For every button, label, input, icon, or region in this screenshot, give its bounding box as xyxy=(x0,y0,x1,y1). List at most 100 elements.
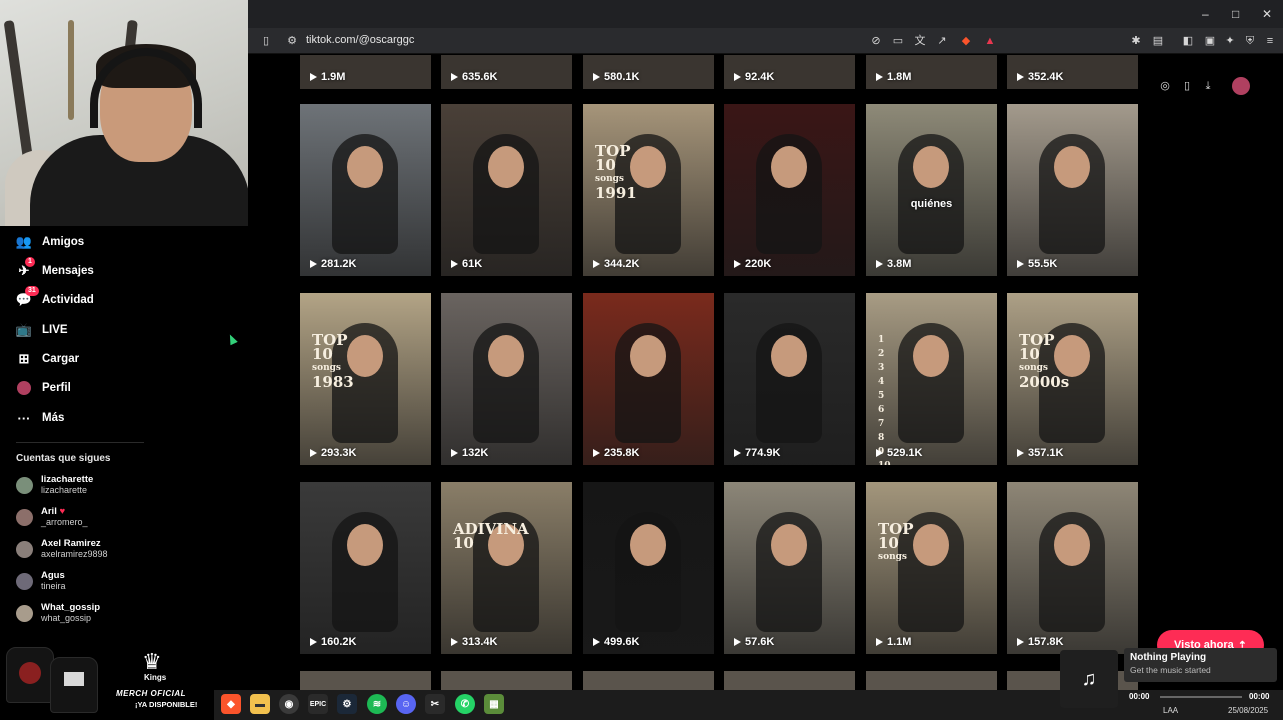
bookmark-icon[interactable]: ▯ xyxy=(258,33,274,49)
epic-games-icon[interactable]: EPIC xyxy=(308,694,328,714)
video-card[interactable]: quiénes 3.8M xyxy=(866,104,997,276)
language-indicator[interactable]: LAA xyxy=(1163,706,1178,715)
chrome-icon[interactable]: ◉ xyxy=(279,694,299,714)
wallet-icon[interactable]: ▣ xyxy=(1202,33,1218,49)
video-card[interactable] xyxy=(300,671,431,690)
whatsapp-icon[interactable]: ✆ xyxy=(455,694,475,714)
video-card[interactable] xyxy=(724,671,855,690)
following-account[interactable]: Aril ♥ _arromero_ xyxy=(16,504,88,530)
close-button[interactable]: ✕ xyxy=(1262,7,1272,21)
video-thumbnail-face xyxy=(488,335,524,377)
video-card[interactable]: TOP 10 songs 1.1M xyxy=(866,482,997,654)
nav-item-friends[interactable]: 👥 Amigos xyxy=(16,232,84,252)
brave-rewards-icon[interactable]: ▲ xyxy=(982,33,998,49)
compass-icon[interactable]: ◎ xyxy=(1157,78,1173,94)
nav-item-live[interactable]: 📺 LIVE xyxy=(16,320,68,340)
nav-item-more[interactable]: ··· Más xyxy=(16,408,65,428)
brave-shield-icon[interactable]: ◆ xyxy=(958,33,974,49)
play-icon xyxy=(734,449,741,457)
video-card[interactable]: 160.2K xyxy=(300,482,431,654)
video-card[interactable]: TOP 10 songs 1991 344.2K xyxy=(583,104,714,276)
video-card[interactable]: TOP 10 songs 2000s 357.1K xyxy=(1007,293,1138,465)
video-card[interactable]: 281.2K xyxy=(300,104,431,276)
view-count-text: 635.6K xyxy=(462,71,498,83)
steam-icon[interactable]: ⚙ xyxy=(337,694,357,714)
video-card[interactable]: 635.6K xyxy=(441,55,572,89)
minecraft-icon[interactable]: ▦ xyxy=(484,694,504,714)
view-count-text: 160.2K xyxy=(321,636,357,648)
nav-item-activity[interactable]: 💬 31 Actividad xyxy=(16,286,94,310)
video-view-count: 235.8K xyxy=(593,447,639,459)
video-card[interactable]: 1.8M xyxy=(866,55,997,89)
video-thumbnail-face xyxy=(347,524,383,566)
capcut-icon[interactable]: ✂ xyxy=(425,694,445,714)
menu-icon[interactable]: ≡ xyxy=(1262,33,1278,49)
no-media-icon[interactable]: ⊘ xyxy=(868,33,884,49)
video-card[interactable]: 1.9M xyxy=(300,55,431,89)
view-count-text: 529.1K xyxy=(887,447,923,459)
nav-item-profile[interactable]: Perfil xyxy=(16,378,71,398)
play-icon xyxy=(451,73,458,81)
video-card[interactable]: 157.8K xyxy=(1007,482,1138,654)
video-card[interactable]: 220K xyxy=(724,104,855,276)
video-card[interactable]: 774.9K xyxy=(724,293,855,465)
video-thumbnail-face xyxy=(1054,146,1090,188)
maximize-button[interactable]: □ xyxy=(1232,7,1239,21)
video-card[interactable]: 61K xyxy=(441,104,572,276)
leo-icon[interactable]: ✦ xyxy=(1222,33,1238,49)
video-card[interactable]: 132K xyxy=(441,293,572,465)
nav-item-messages[interactable]: ✈ 1 Mensajes xyxy=(16,257,94,281)
video-card[interactable] xyxy=(441,671,572,690)
device-icon[interactable]: ▯ xyxy=(1179,78,1195,94)
play-icon xyxy=(451,260,458,268)
brave-icon[interactable]: ◆ xyxy=(221,694,241,714)
view-count-text: 281.2K xyxy=(321,258,357,270)
view-count-text: 57.6K xyxy=(745,636,775,648)
video-overlay-text: TOP 10 songs 1983 xyxy=(312,331,354,391)
video-card[interactable]: 92.4K xyxy=(724,55,855,89)
video-card[interactable]: 235.8K xyxy=(583,293,714,465)
video-card[interactable] xyxy=(583,671,714,690)
following-account[interactable]: What_gossip what_gossip xyxy=(16,600,100,626)
account-avatar[interactable] xyxy=(1232,77,1250,95)
translate-icon[interactable]: 文 xyxy=(912,33,928,49)
folder-icon[interactable]: ▬ xyxy=(250,694,270,714)
following-account[interactable]: lizacharette lizacharette xyxy=(16,472,93,498)
share-icon[interactable]: ↗ xyxy=(934,33,950,49)
minimize-button[interactable]: – xyxy=(1202,7,1209,21)
video-view-count: 580.1K xyxy=(593,71,639,83)
play-icon xyxy=(593,73,600,81)
spotify-icon[interactable]: ≋ xyxy=(367,694,387,714)
following-section-title: Cuentas que sigues xyxy=(16,453,111,464)
video-card[interactable]: 57.6K xyxy=(724,482,855,654)
video-card[interactable]: 352.4K xyxy=(1007,55,1138,89)
upload-icon: ⊞ xyxy=(18,351,30,366)
sidebar-icon[interactable]: ◧ xyxy=(1180,33,1196,49)
activity-badge: 31 xyxy=(25,286,39,296)
video-view-count: 132K xyxy=(451,447,488,459)
music-note-icon[interactable]: ♫ xyxy=(1060,650,1118,708)
avatar xyxy=(16,572,33,590)
video-card[interactable]: 499.6K xyxy=(583,482,714,654)
following-account[interactable]: Axel Ramirez axelramirez9898 xyxy=(16,536,108,562)
extensions-icon[interactable]: ✱ xyxy=(1128,33,1144,49)
view-count-text: 235.8K xyxy=(604,447,640,459)
clock-date[interactable]: 25/08/2025 xyxy=(1228,706,1268,715)
following-account[interactable]: Agus tineira xyxy=(16,568,66,594)
video-card[interactable]: 55.5K xyxy=(1007,104,1138,276)
video-card[interactable]: ADIVINA 10 313.4K xyxy=(441,482,572,654)
cast-icon[interactable]: ▭ xyxy=(890,33,906,49)
url-text[interactable]: tiktok.com/@oscarggc xyxy=(306,34,414,46)
video-card[interactable]: 12345678910529.1K xyxy=(866,293,997,465)
media-progress-bar[interactable] xyxy=(1160,696,1242,698)
vpn-icon[interactable]: ⛨ xyxy=(1242,33,1258,49)
discord-icon[interactable]: ☺ xyxy=(396,694,416,714)
download-icon[interactable]: ⤓ xyxy=(1200,78,1216,94)
nav-item-upload[interactable]: ⊞ Cargar xyxy=(16,349,80,369)
video-card[interactable] xyxy=(866,671,997,690)
reader-icon[interactable]: ▤ xyxy=(1150,33,1166,49)
site-settings-icon[interactable]: ⚙ xyxy=(284,33,300,49)
video-overlay-text: TOP 10 songs 1991 xyxy=(595,142,637,202)
video-card[interactable]: TOP 10 songs 1983 293.3K xyxy=(300,293,431,465)
video-card[interactable]: 580.1K xyxy=(583,55,714,89)
